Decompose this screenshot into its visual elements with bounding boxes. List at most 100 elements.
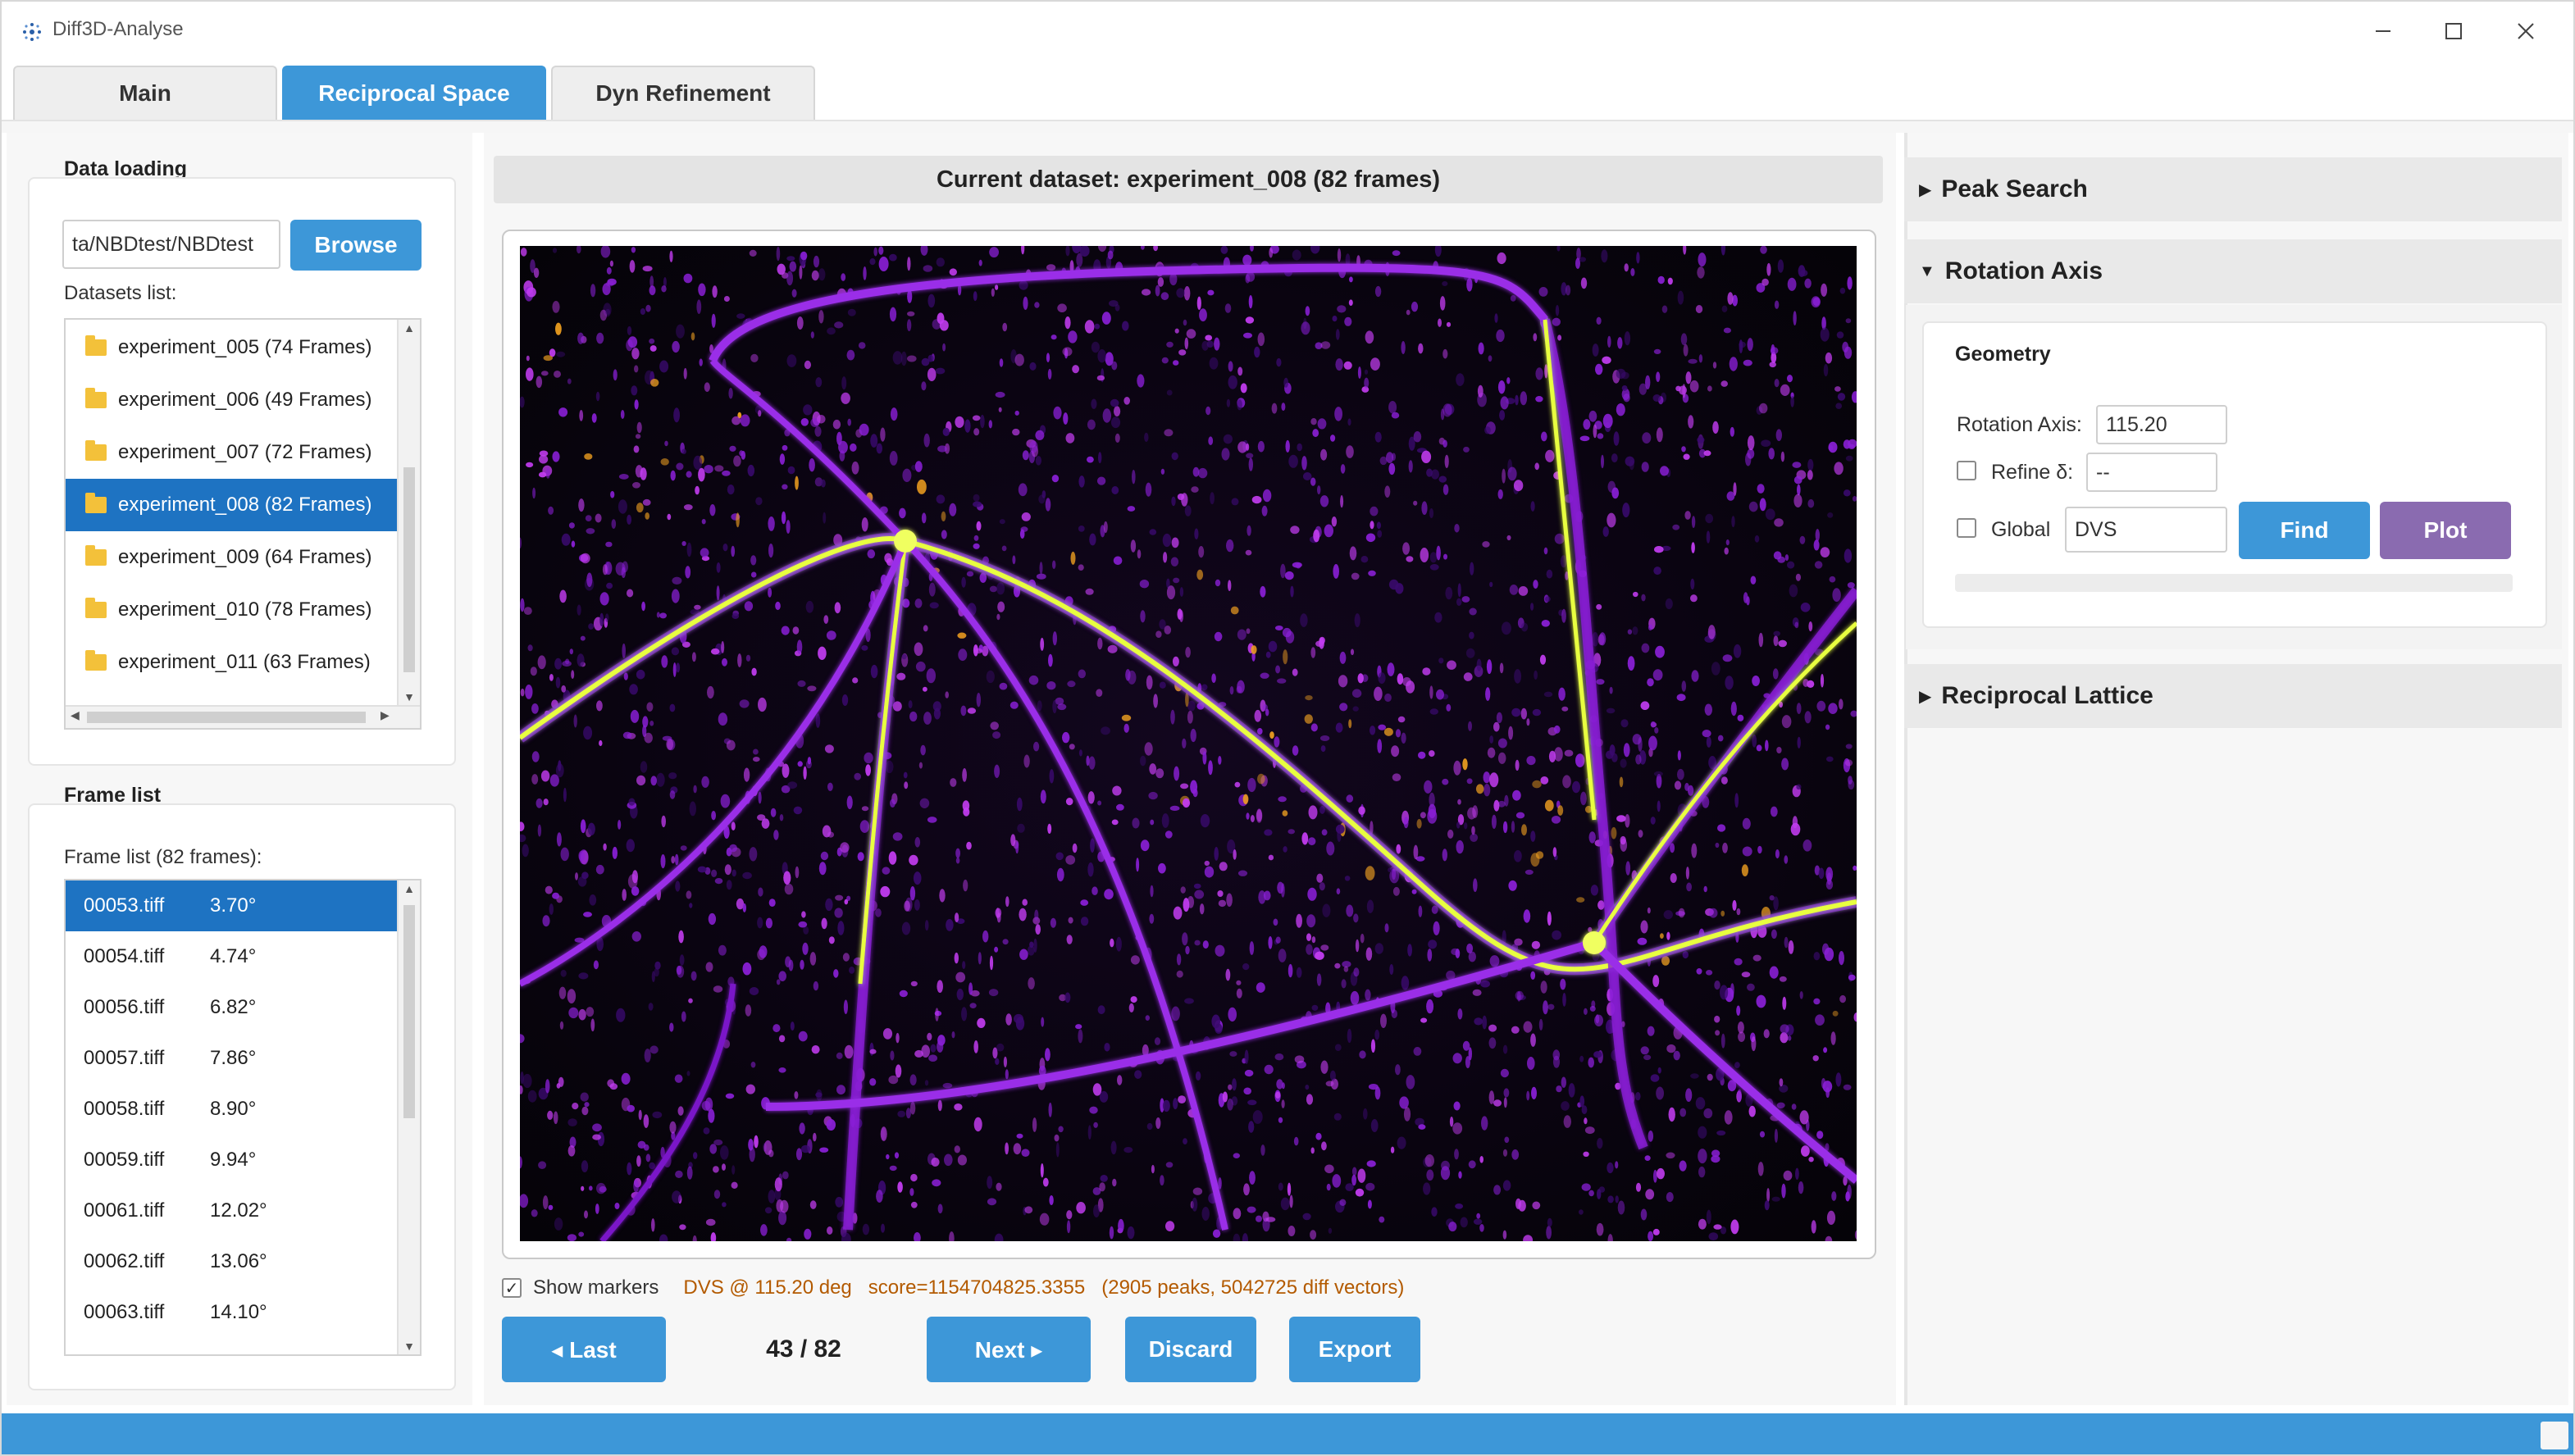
rotation-axis-header[interactable]: ▼ Rotation Axis	[1904, 239, 2562, 303]
diffraction-spot	[1596, 603, 1602, 610]
table-row[interactable]: 00059.tiff 9.94°	[66, 1135, 399, 1185]
diffraction-spot	[1843, 1084, 1852, 1090]
diffraction-spot	[1113, 556, 1123, 566]
diffraction-spot	[834, 908, 843, 918]
diffraction-spot	[630, 709, 640, 723]
scroll-left-icon[interactable]: ◀	[71, 708, 80, 722]
export-button[interactable]: Export	[1289, 1317, 1420, 1382]
list-item[interactable]: experiment_007 (72 Frames)	[66, 426, 399, 479]
global-checkbox[interactable]	[1957, 518, 1976, 538]
scroll-thumb[interactable]	[403, 905, 415, 1118]
list-item[interactable]: experiment_011 (63 Frames)	[66, 636, 399, 689]
list-item[interactable]: experiment_006 (49 Frames)	[66, 374, 399, 426]
diffraction-spot	[1714, 981, 1720, 990]
list-item[interactable]: experiment_005 (74 Frames)	[66, 321, 399, 374]
diffraction-spot	[1665, 598, 1673, 610]
diffraction-spot	[709, 1144, 718, 1154]
frame-list-vertical-scrollbar[interactable]: ▲ ▼	[397, 880, 420, 1354]
diffraction-spot	[1551, 816, 1561, 824]
browse-button[interactable]: Browse	[290, 220, 422, 271]
datasets-horizontal-scrollbar[interactable]: ◀ ▶	[66, 705, 420, 728]
peak-search-header[interactable]: ▶ Peak Search	[1904, 157, 2562, 221]
tab-main[interactable]: Main	[13, 66, 277, 120]
diffraction-spot	[884, 553, 892, 563]
tab-dyn-refinement[interactable]: Dyn Refinement	[551, 66, 815, 120]
diffraction-spot	[1606, 708, 1616, 714]
list-item-selected[interactable]: experiment_008 (82 Frames)	[66, 479, 399, 531]
scroll-right-icon[interactable]: ▶	[381, 708, 390, 722]
diffraction-spot	[1292, 562, 1302, 568]
diffraction-spot	[753, 757, 760, 762]
scroll-up-icon[interactable]: ▲	[399, 321, 420, 334]
maximize-button[interactable]	[2429, 11, 2478, 51]
frame-list[interactable]: 00053.tiff 3.70° 00054.tiff 4.74° 00056.ti…	[64, 879, 422, 1356]
plot-button[interactable]: Plot	[2380, 502, 2511, 559]
diffraction-spot	[1183, 319, 1187, 326]
show-markers-checkbox[interactable]: ✓	[502, 1278, 522, 1298]
diffraction-spot	[714, 465, 724, 472]
diffraction-spot	[850, 443, 857, 452]
datasets-vertical-scrollbar[interactable]: ▲ ▼	[397, 320, 420, 705]
table-row[interactable]: 00063.tiff 14.10°	[66, 1287, 399, 1338]
diffraction-spot	[841, 694, 849, 706]
diffraction-spot	[792, 626, 800, 635]
scroll-thumb[interactable]	[403, 467, 415, 672]
list-item[interactable]: experiment_009 (64 Frames)	[66, 531, 399, 584]
diffraction-spot	[1096, 476, 1106, 485]
minimize-button[interactable]	[2359, 11, 2408, 51]
scroll-thumb[interactable]	[87, 712, 366, 723]
table-row[interactable]: 00062.tiff 13.06°	[66, 1236, 399, 1287]
reciprocal-lattice-header[interactable]: ▶ Reciprocal Lattice	[1904, 664, 2562, 728]
rotation-axis-input[interactable]: 115.20	[2096, 405, 2227, 444]
diffraction-spot	[1752, 676, 1760, 686]
diffraction-image[interactable]	[520, 246, 1857, 1241]
table-row[interactable]: 00058.tiff 8.90°	[66, 1084, 399, 1135]
reciprocal-space-projection[interactable]	[520, 246, 1857, 1241]
diffraction-spot	[1601, 454, 1604, 469]
diffraction-spot	[1078, 526, 1085, 532]
scroll-down-icon[interactable]: ▼	[399, 1340, 420, 1353]
scroll-up-icon[interactable]: ▲	[399, 882, 420, 895]
diffraction-spot	[1183, 286, 1191, 301]
diffraction-spot	[629, 260, 636, 273]
tab-reciprocal-space[interactable]: Reciprocal Space	[282, 66, 546, 120]
discard-button[interactable]: Discard	[1125, 1317, 1256, 1382]
diffraction-spot	[1845, 744, 1853, 749]
diffraction-spot	[1647, 1026, 1655, 1036]
diffraction-spot	[1787, 1035, 1792, 1041]
list-item[interactable]: experiment_010 (78 Frames)	[66, 584, 399, 636]
diffraction-spot	[1317, 418, 1327, 430]
diffraction-spot	[1242, 794, 1249, 804]
global-method-input[interactable]: DVS	[2065, 507, 2227, 553]
close-button[interactable]	[2501, 11, 2550, 51]
data-path-input[interactable]: ta/NBDtest/NBDtest	[62, 220, 280, 269]
diffraction-spot	[531, 774, 539, 785]
table-row[interactable]: 00057.tiff 7.86°	[66, 1033, 399, 1084]
last-button[interactable]: ◂ Last	[502, 1317, 666, 1382]
table-row[interactable]: 00056.tiff 6.82°	[66, 982, 399, 1033]
next-button[interactable]: Next ▸	[927, 1317, 1091, 1382]
diffraction-spot	[810, 331, 814, 339]
find-button[interactable]: Find	[2239, 502, 2370, 559]
refine-delta-checkbox[interactable]	[1957, 461, 1976, 480]
diffraction-spot	[1444, 454, 1449, 468]
diffraction-spot	[921, 512, 927, 524]
diffraction-spot	[1456, 598, 1462, 606]
table-row-selected[interactable]: 00053.tiff 3.70°	[66, 880, 399, 931]
refine-delta-input[interactable]: --	[2086, 453, 2217, 492]
diffraction-spot	[1297, 443, 1302, 452]
resize-grip-icon[interactable]	[2541, 1422, 2568, 1449]
table-row[interactable]: 00054.tiff 4.74°	[66, 931, 399, 982]
diffraction-spot	[707, 685, 714, 699]
datasets-list[interactable]: experiment_005 (74 Frames) experiment_00…	[64, 318, 422, 730]
diffraction-spot	[923, 686, 927, 692]
diffraction-spot	[1656, 1086, 1664, 1100]
diffraction-spot	[1715, 1030, 1720, 1036]
diffraction-spot	[578, 498, 585, 512]
table-row[interactable]: 00061.tiff 12.02°	[66, 1185, 399, 1236]
diffraction-spot	[841, 273, 846, 281]
diffraction-spot	[957, 1154, 967, 1166]
diffraction-spot	[1825, 1087, 1830, 1099]
scroll-down-icon[interactable]: ▼	[399, 690, 420, 703]
diffraction-spot	[1040, 637, 1045, 651]
